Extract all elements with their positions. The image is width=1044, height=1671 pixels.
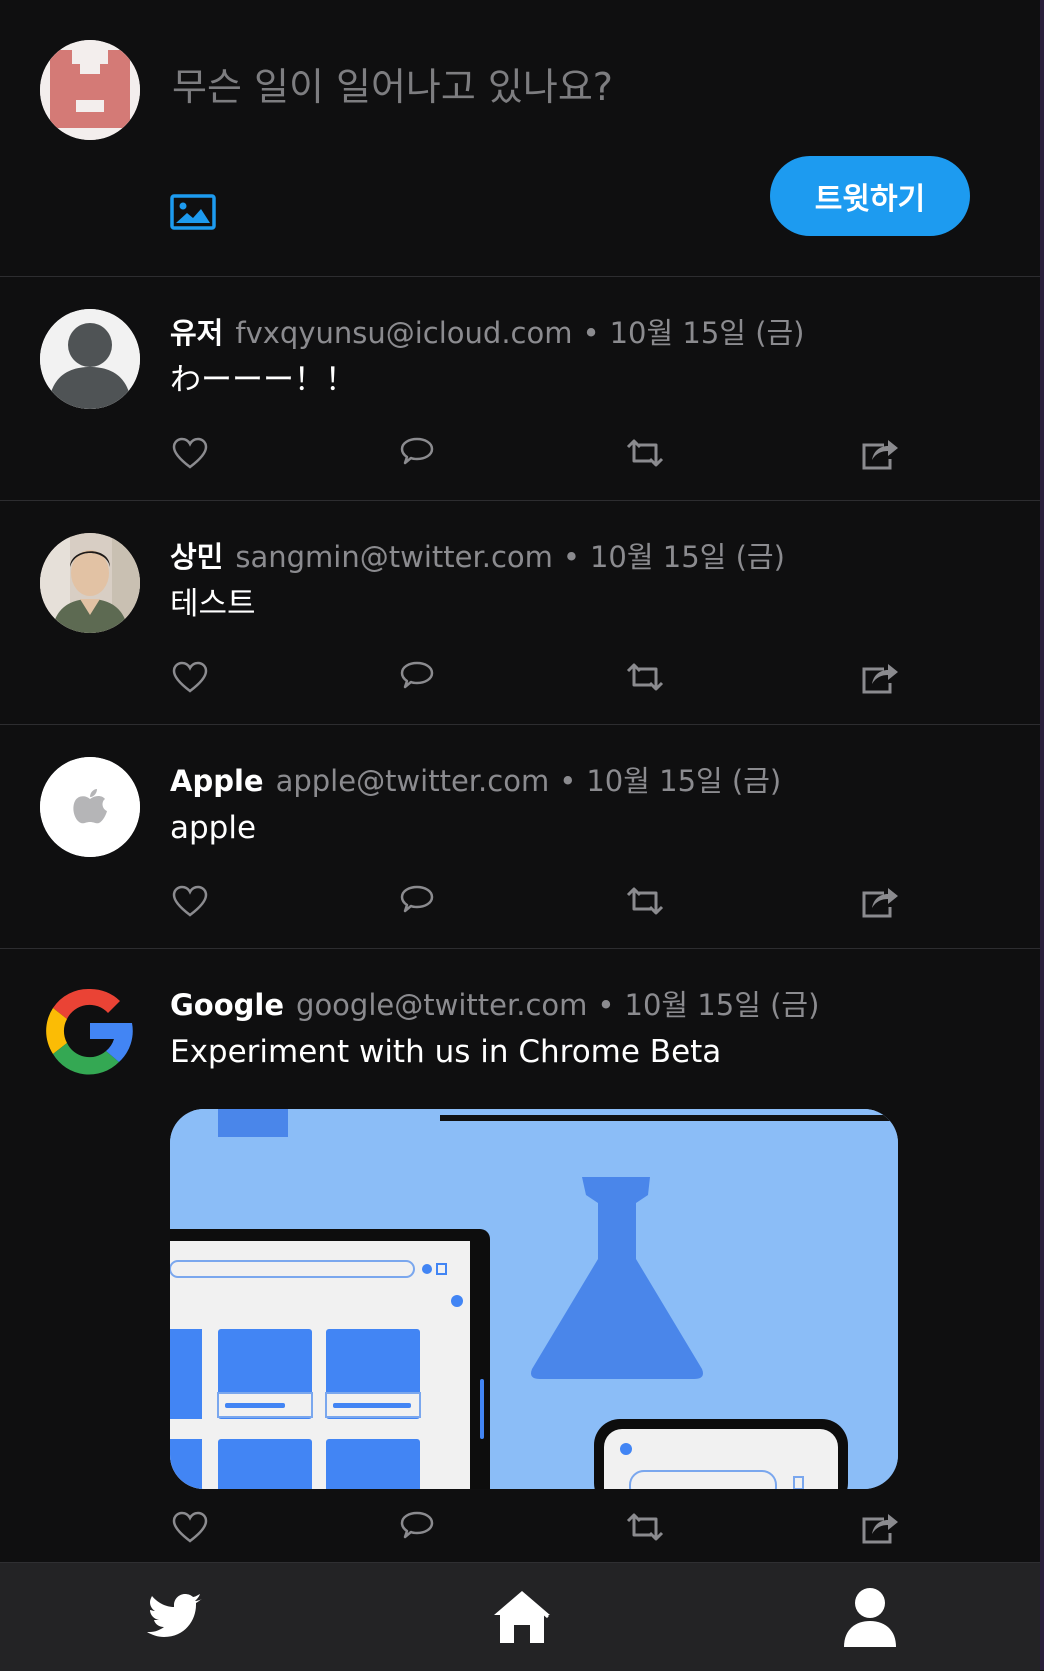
nav-home-button[interactable] bbox=[490, 1585, 554, 1649]
pixel-avatar-icon bbox=[40, 40, 140, 140]
heart-icon bbox=[172, 437, 208, 469]
retweet-icon bbox=[626, 887, 664, 915]
like-button[interactable] bbox=[170, 883, 210, 919]
nav-profile-button[interactable] bbox=[838, 1585, 902, 1649]
share-icon bbox=[862, 664, 898, 694]
separator-dot: • bbox=[597, 988, 615, 1022]
home-icon bbox=[494, 1591, 550, 1643]
nav-twitter-button[interactable] bbox=[142, 1585, 206, 1649]
share-icon bbox=[862, 440, 898, 470]
comment-icon bbox=[400, 437, 434, 465]
tweet-author-email: sangmin@twitter.com bbox=[235, 540, 553, 574]
comment-icon bbox=[400, 1511, 434, 1539]
comment-icon bbox=[400, 885, 434, 913]
reply-button[interactable] bbox=[397, 883, 437, 919]
tweet-text: Experiment with us in Chrome Beta bbox=[170, 1034, 722, 1070]
share-button[interactable] bbox=[860, 659, 900, 695]
comment-icon bbox=[400, 661, 434, 689]
retweet-button[interactable] bbox=[625, 1509, 665, 1545]
like-button[interactable] bbox=[170, 435, 210, 471]
tweet-header: Google google@twitter.com • 10월 15일 (금) bbox=[170, 987, 819, 1024]
tweet-text: わーーー！！ bbox=[170, 362, 356, 398]
image-icon bbox=[170, 194, 216, 230]
bottom-navigation bbox=[0, 1562, 1040, 1671]
tweet-date: 10월 15일 (금) bbox=[624, 988, 820, 1022]
tweet-author-name[interactable]: 상민 bbox=[170, 540, 223, 574]
reply-button[interactable] bbox=[397, 1509, 437, 1545]
chrome-beta-illustration bbox=[170, 1109, 898, 1489]
retweet-button[interactable] bbox=[625, 659, 665, 695]
retweet-icon bbox=[626, 1513, 664, 1541]
share-button[interactable] bbox=[860, 1509, 900, 1545]
tweet-author-name[interactable]: 유저 bbox=[170, 316, 223, 350]
tweet-item: 상민 sangmin@twitter.com • 10월 15일 (금) 테스트 bbox=[0, 501, 1040, 725]
tweet-author-name[interactable]: Apple bbox=[170, 764, 264, 798]
tweet-item: Apple apple@twitter.com • 10월 15일 (금) apple bbox=[0, 725, 1040, 949]
tweet-date: 10월 15일 (금) bbox=[586, 764, 782, 798]
compose-tweet-input[interactable] bbox=[172, 62, 792, 112]
tweet-author-avatar[interactable] bbox=[40, 981, 140, 1081]
user-icon bbox=[844, 1588, 896, 1647]
like-button[interactable] bbox=[170, 1509, 210, 1545]
heart-icon bbox=[172, 885, 208, 917]
person-photo-icon bbox=[40, 533, 140, 633]
tweet-author-avatar[interactable] bbox=[40, 533, 140, 633]
tweet-author-email: apple@twitter.com bbox=[275, 764, 550, 798]
heart-icon bbox=[172, 1511, 208, 1543]
tweet-date: 10월 15일 (금) bbox=[609, 316, 805, 350]
tweet-item: Google google@twitter.com • 10월 15일 (금) Exp… bbox=[0, 949, 1040, 1562]
tweet-actions bbox=[170, 1509, 900, 1545]
tweet-header: Apple apple@twitter.com • 10월 15일 (금) bbox=[170, 763, 781, 800]
tweet-actions bbox=[170, 883, 900, 919]
tweet-author-avatar[interactable] bbox=[40, 757, 140, 857]
separator-dot: • bbox=[562, 540, 580, 574]
reply-button[interactable] bbox=[397, 435, 437, 471]
apple-logo-icon bbox=[40, 757, 140, 857]
default-user-avatar-icon bbox=[40, 309, 140, 409]
heart-icon bbox=[172, 661, 208, 693]
tweet-author-email: google@twitter.com bbox=[296, 988, 588, 1022]
reply-button[interactable] bbox=[397, 659, 437, 695]
separator-dot: • bbox=[582, 316, 600, 350]
current-user-avatar[interactable] bbox=[40, 40, 140, 140]
retweet-button[interactable] bbox=[625, 435, 665, 471]
tweet-composer: 트윗하기 bbox=[0, 0, 1040, 277]
tweet-header: 상민 sangmin@twitter.com • 10월 15일 (금) bbox=[170, 539, 785, 576]
tweet-author-email: fvxqyunsu@icloud.com bbox=[235, 316, 573, 350]
twitter-bird-icon bbox=[147, 1594, 202, 1637]
tweet-attached-image[interactable] bbox=[170, 1109, 898, 1489]
add-image-button[interactable] bbox=[170, 194, 216, 230]
tweet-actions bbox=[170, 659, 900, 695]
window-edge bbox=[1040, 0, 1044, 1670]
retweet-icon bbox=[626, 439, 664, 467]
share-icon bbox=[862, 1514, 898, 1544]
tweet-author-name[interactable]: Google bbox=[170, 988, 284, 1022]
tweet-date: 10월 15일 (금) bbox=[589, 540, 785, 574]
tweet-text: apple bbox=[170, 810, 257, 846]
retweet-button[interactable] bbox=[625, 883, 665, 919]
retweet-icon bbox=[626, 663, 664, 691]
share-icon bbox=[862, 888, 898, 918]
tweet-actions bbox=[170, 435, 900, 471]
share-button[interactable] bbox=[860, 883, 900, 919]
tweet-header: 유저 fvxqyunsu@icloud.com • 10월 15일 (금) bbox=[170, 315, 805, 352]
tweet-text: 테스트 bbox=[170, 586, 256, 622]
app-window: 트윗하기 유저 fvxqyunsu@icloud.com • 10월 15일 (금) … bbox=[0, 0, 1042, 1671]
separator-dot: • bbox=[559, 764, 577, 798]
google-logo-icon bbox=[46, 988, 133, 1075]
share-button[interactable] bbox=[860, 435, 900, 471]
tweet-author-avatar[interactable] bbox=[40, 309, 140, 409]
like-button[interactable] bbox=[170, 659, 210, 695]
tweet-item: 유저 fvxqyunsu@icloud.com • 10월 15일 (금) わーーー！… bbox=[0, 277, 1040, 501]
tweet-submit-button[interactable]: 트윗하기 bbox=[770, 156, 970, 236]
